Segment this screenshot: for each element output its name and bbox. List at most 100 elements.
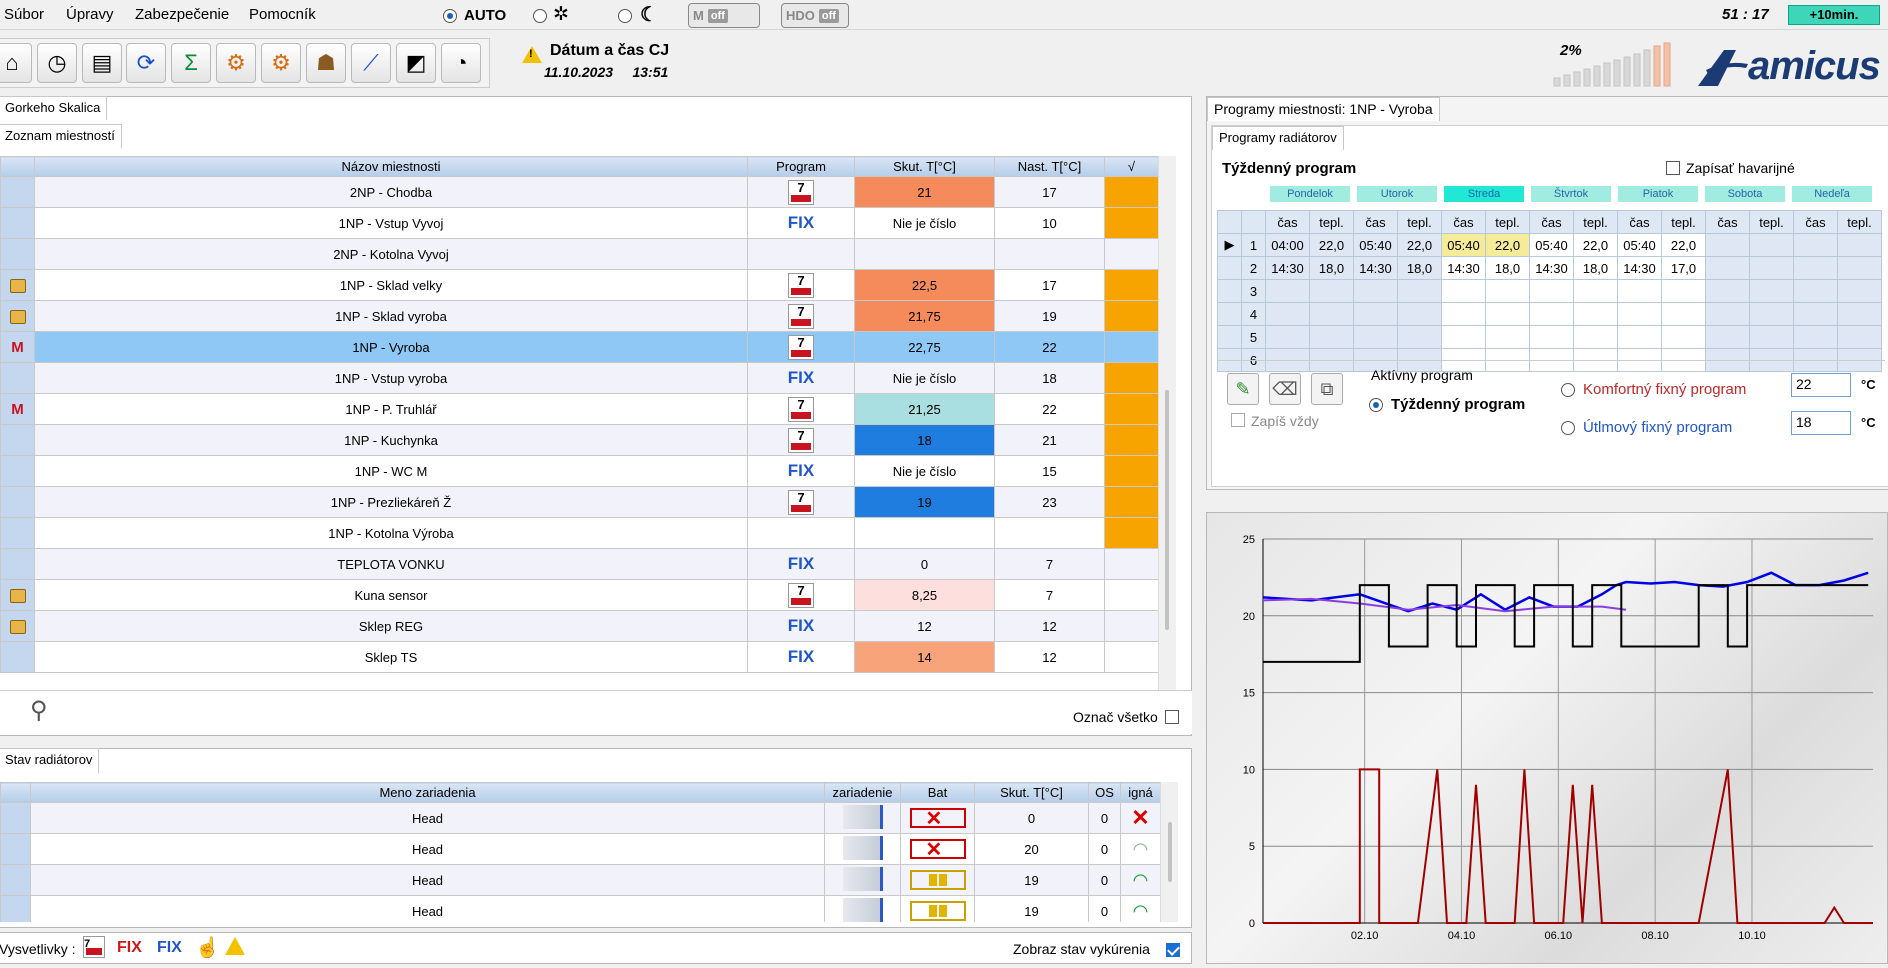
comfort-radio[interactable] [1561, 383, 1575, 397]
sched-cell[interactable] [1661, 279, 1706, 303]
room-program[interactable]: 7 [747, 269, 855, 301]
m-toggle[interactable]: M off [688, 3, 760, 28]
sched-cell[interactable] [1529, 302, 1574, 326]
sched-cell[interactable] [1837, 302, 1882, 326]
sched-cell[interactable]: 04:00 [1265, 233, 1310, 257]
sched-cell[interactable] [1793, 279, 1838, 303]
sched-cell[interactable]: 22,0 [1309, 233, 1354, 257]
sched-cell[interactable]: 05:40 [1529, 233, 1574, 257]
room-program[interactable]: 7 [747, 331, 855, 363]
sched-cell[interactable]: 05:40 [1617, 233, 1662, 257]
room-row[interactable]: Kuna sensor 7 8,25 7 [0, 579, 1158, 611]
sched-cell[interactable]: 14:30 [1617, 256, 1662, 280]
chart-icon[interactable]: ⟋ [351, 43, 391, 83]
sched-cell[interactable]: 18,0 [1397, 256, 1442, 280]
mode-moon-radio[interactable] [618, 9, 632, 23]
rooms-scroll-thumb[interactable] [1165, 390, 1169, 630]
sched-cell[interactable]: 05:40 [1353, 233, 1398, 257]
comfort-temp-input[interactable]: 22 [1791, 373, 1851, 397]
sched-cell[interactable]: 17,0 [1661, 256, 1706, 280]
sched-cell[interactable] [1617, 325, 1662, 349]
sched-cell[interactable] [1441, 325, 1486, 349]
write-icon[interactable]: ✎ [1227, 373, 1259, 405]
rad-row-selector[interactable] [0, 802, 31, 834]
room-flag[interactable] [1104, 176, 1158, 208]
sched-cell[interactable] [1793, 233, 1838, 257]
room-flag[interactable] [1104, 579, 1158, 611]
sched-cell[interactable] [1749, 302, 1794, 326]
room-flag[interactable] [1104, 486, 1158, 518]
sched-cell[interactable] [1397, 302, 1442, 326]
sched-cell[interactable] [1837, 325, 1882, 349]
room-row[interactable]: Sklep REG FIX 12 12 [0, 610, 1158, 642]
col-os[interactable]: OS [1088, 782, 1121, 803]
room-row[interactable]: 1NP - Kotolna Výroba [0, 517, 1158, 549]
gears-icon[interactable]: ⚙ [216, 43, 256, 83]
room-flag[interactable] [1104, 517, 1158, 549]
row-selector[interactable] [0, 455, 35, 487]
room-program[interactable]: 7 [747, 424, 855, 456]
sched-cell[interactable] [1309, 302, 1354, 326]
rooms-scrollbar[interactable] [1158, 156, 1176, 690]
schedule-row[interactable]: ▶ 1 04:00 22,0 05:40 22,0 05:40 22,0 05:40 22,0 05… [1217, 233, 1882, 257]
sched-cell[interactable] [1705, 325, 1750, 349]
grid-gears-icon[interactable]: ⚙ [261, 43, 301, 83]
sched-cell[interactable] [1793, 302, 1838, 326]
room-row[interactable]: TEPLOTA VONKU FIX 0 7 [0, 548, 1158, 580]
sched-cell[interactable]: 14:30 [1353, 256, 1398, 280]
room-row[interactable]: 1NP - Prezliekáreň Ž 7 19 23 [0, 486, 1158, 518]
radiators-tab[interactable]: Stav radiátorov [0, 748, 100, 773]
rad-row-selector[interactable] [0, 864, 31, 896]
sched-cell[interactable] [1573, 302, 1618, 326]
sum-icon[interactable]: Σ [171, 43, 211, 83]
room-program[interactable]: FIX [747, 455, 855, 487]
schedule-row[interactable]: 4 [1217, 302, 1882, 326]
room-row[interactable]: 1NP - Sklad vyroba 7 21,75 19 [0, 300, 1158, 332]
menu-file[interactable]: Súbor [4, 6, 44, 23]
room-flag[interactable] [1104, 362, 1158, 394]
sched-cell[interactable] [1265, 325, 1310, 349]
sched-cell[interactable] [1397, 279, 1442, 303]
room-program[interactable]: 7 [747, 300, 855, 332]
col-rad-temp[interactable]: Skut. T[°C] [974, 782, 1089, 803]
mode-auto-radio[interactable] [443, 9, 457, 23]
hdo-toggle[interactable]: HDO off [781, 3, 849, 28]
sched-cell[interactable]: 22,0 [1661, 233, 1706, 257]
room-flag[interactable] [1104, 393, 1158, 425]
sched-cell[interactable] [1353, 279, 1398, 303]
room-row[interactable]: 2NP - Chodba 7 21 17 [0, 176, 1158, 208]
room-row[interactable]: 1NP - Kuchynka 7 18 21 [0, 424, 1158, 456]
sched-cell[interactable]: 22,0 [1573, 233, 1618, 257]
sched-cell[interactable] [1837, 279, 1882, 303]
room-flag[interactable] [1104, 238, 1158, 270]
col-signal[interactable]: igná [1120, 782, 1160, 803]
sched-cell[interactable]: 18,0 [1309, 256, 1354, 280]
day-tab[interactable]: Streda [1444, 186, 1524, 202]
row-selector[interactable] [0, 610, 35, 642]
room-program[interactable] [747, 238, 855, 270]
room-program[interactable]: FIX [747, 548, 855, 580]
room-flag[interactable] [1104, 641, 1158, 673]
devices-icon[interactable]: ▤ [82, 43, 122, 83]
room-program[interactable] [747, 517, 855, 549]
row-selector[interactable] [0, 207, 35, 239]
room-flag[interactable] [1104, 548, 1158, 580]
sched-cell[interactable] [1837, 256, 1882, 280]
sched-cell[interactable] [1309, 279, 1354, 303]
radiator-row[interactable]: Head 19 0 ◠ [0, 895, 1160, 922]
room-flag[interactable] [1104, 424, 1158, 456]
room-row[interactable]: Sklep TS FIX 14 12 [0, 641, 1158, 673]
room-row[interactable]: 2NP - Kotolna Vyvoj [0, 238, 1158, 270]
col-device[interactable]: zariadenie [824, 782, 901, 803]
sched-cell[interactable] [1661, 302, 1706, 326]
clock-icon[interactable]: ◷ [37, 43, 77, 83]
day-tab[interactable]: Sobota [1705, 186, 1785, 202]
room-program[interactable]: 7 [747, 176, 855, 208]
sched-cell[interactable] [1573, 279, 1618, 303]
schedule-row[interactable]: 5 [1217, 325, 1882, 349]
sched-cell[interactable] [1353, 325, 1398, 349]
sched-cell[interactable] [1529, 325, 1574, 349]
users-icon[interactable]: ☗ [306, 43, 346, 83]
room-program[interactable]: 7 [747, 579, 855, 611]
col-actual-temp[interactable]: Skut. T[°C] [854, 156, 995, 177]
